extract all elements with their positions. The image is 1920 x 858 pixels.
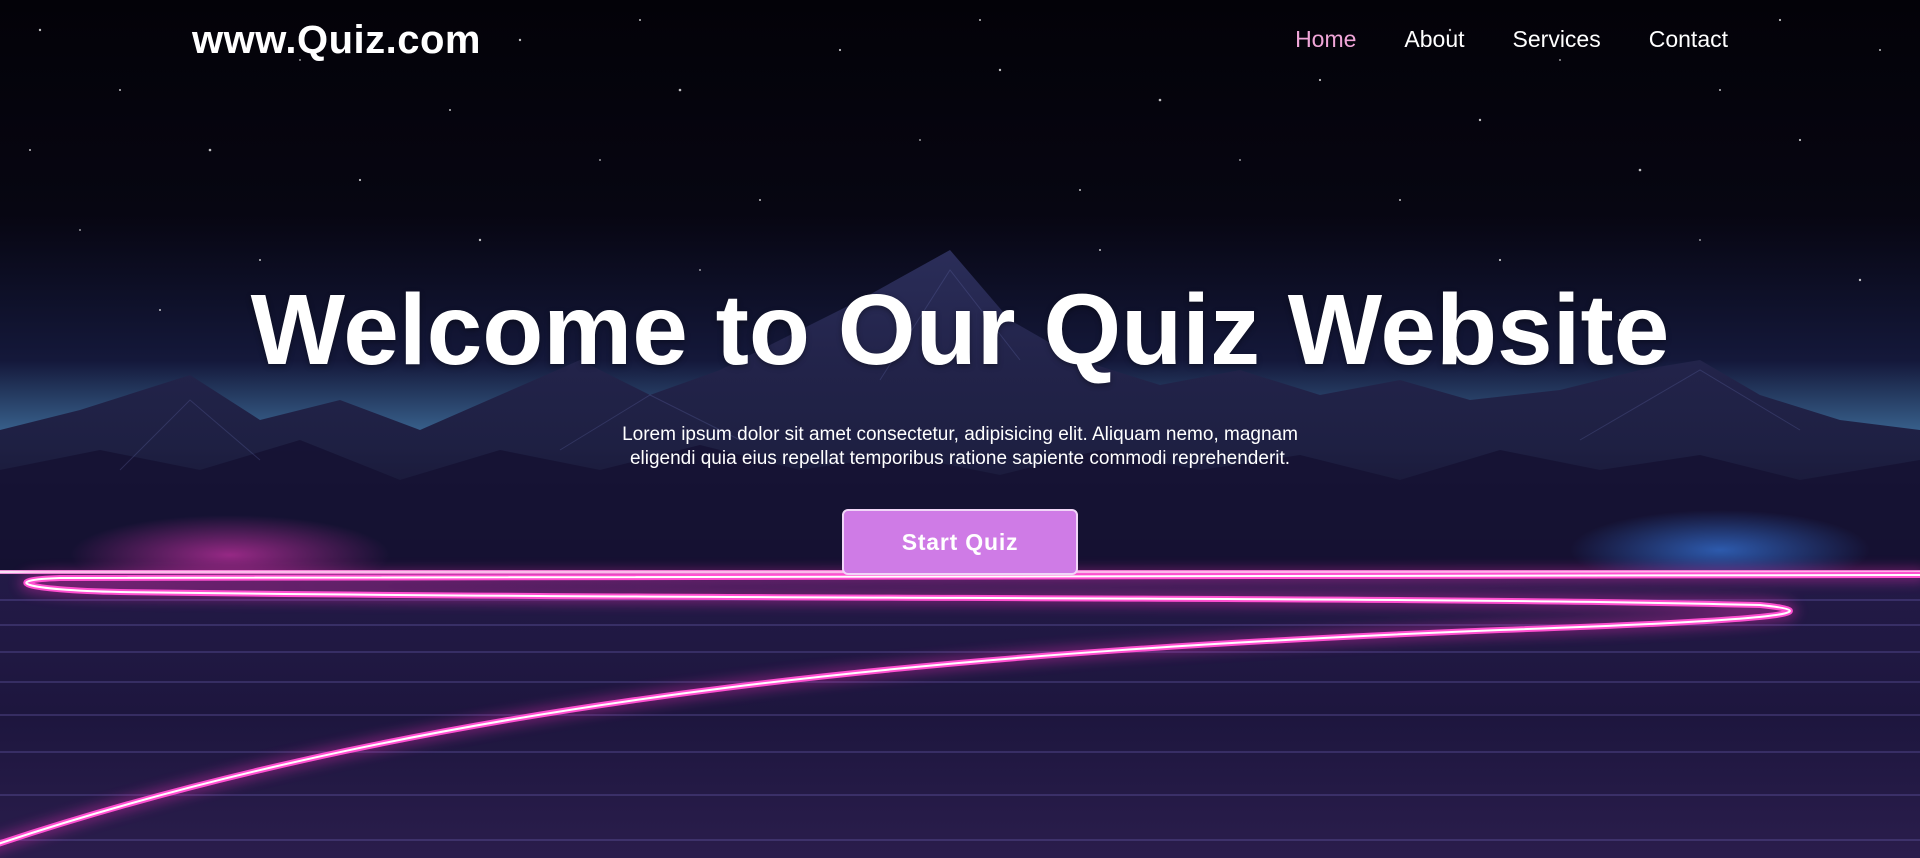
landing-page: www.Quiz.com Home About Services Contact… — [0, 0, 1920, 858]
hero-description: Lorem ipsum dolor sit amet consectetur, … — [622, 424, 1298, 469]
nav-link-home[interactable]: Home — [1295, 24, 1356, 54]
nav-link-contact[interactable]: Contact — [1649, 24, 1728, 54]
hero-title: Welcome to Our Quiz Website — [250, 274, 1670, 386]
start-quiz-button[interactable]: Start Quiz — [842, 509, 1078, 575]
nav-link-services[interactable]: Services — [1513, 24, 1601, 54]
nav-menu: Home About Services Contact — [1295, 24, 1728, 54]
navbar: www.Quiz.com Home About Services Contact — [0, 0, 1920, 80]
nav-link-about[interactable]: About — [1404, 24, 1464, 54]
site-logo[interactable]: www.Quiz.com — [192, 16, 481, 64]
